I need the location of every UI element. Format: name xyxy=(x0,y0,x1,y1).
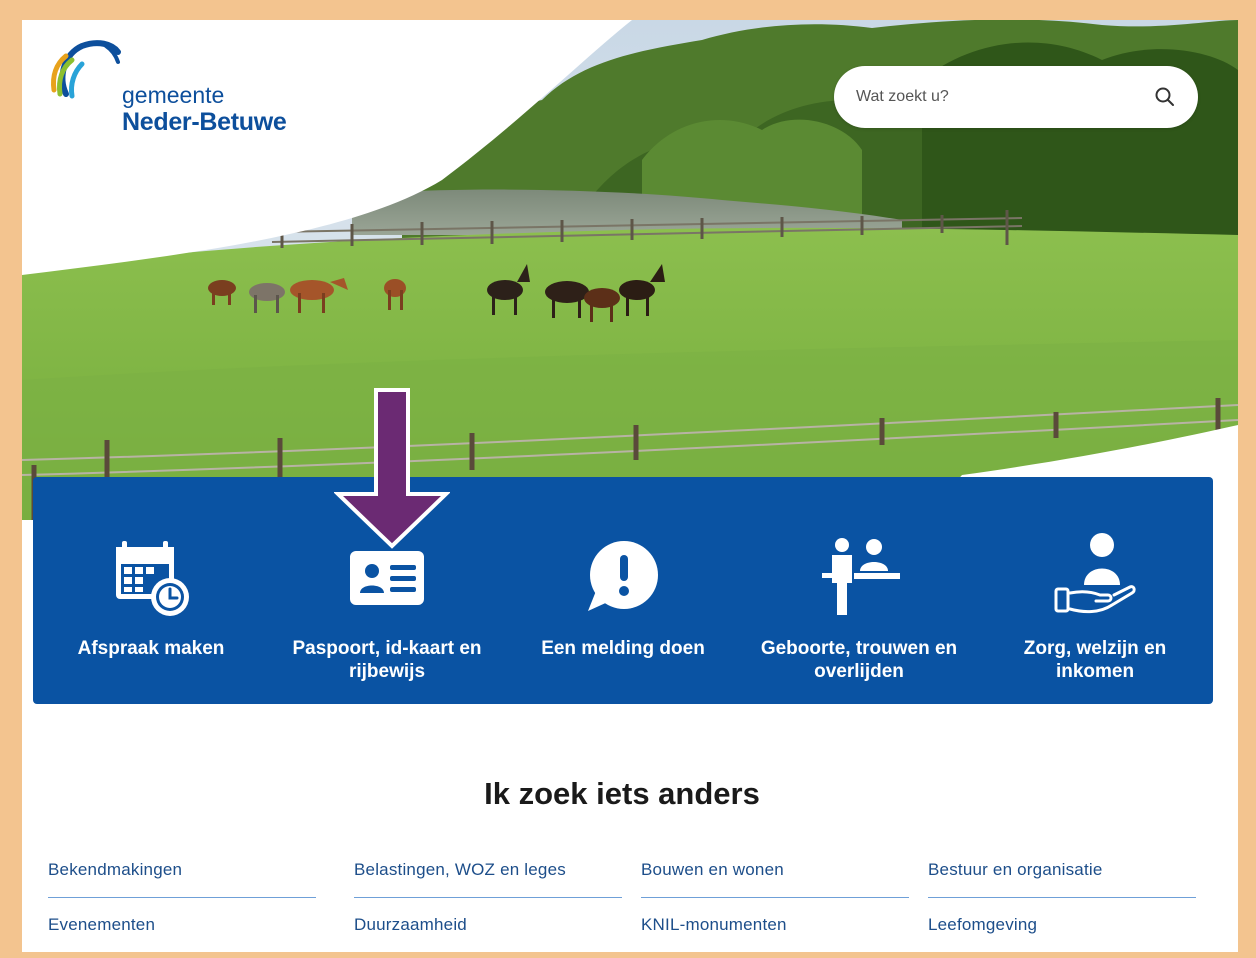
calendar-clock-icon xyxy=(116,541,189,616)
speech-exclamation-icon xyxy=(588,541,658,611)
tile-label: Geboorte, trouwen en overlijden xyxy=(760,638,958,682)
tile-afspraak-maken[interactable]: Afspraak maken xyxy=(33,477,269,704)
tile-label: Zorg, welzijn en inkomen xyxy=(1023,638,1167,682)
logo-text-gemeente: gemeente xyxy=(122,82,225,108)
link-label: Evenementen xyxy=(48,915,156,934)
tile-label: Afspraak maken xyxy=(77,638,225,659)
logo-text-name: Neder-Betuwe xyxy=(122,108,287,136)
page-frame: gemeente Neder-Betuwe Wat zoekt u? Afspr… xyxy=(22,20,1238,952)
logo-swoosh-icon xyxy=(51,40,121,99)
link-label: Bekendmakingen xyxy=(48,860,183,879)
link-duurzaamheid[interactable]: Duurzaamheid xyxy=(354,907,622,952)
link-label: Belastingen, WOZ en leges xyxy=(354,860,566,879)
tile-label: Paspoort, id-kaart en rijbewijs xyxy=(292,638,482,682)
municipality-logo[interactable]: gemeente Neder-Betuwe xyxy=(46,32,316,142)
care-hand-icon xyxy=(1054,533,1136,614)
tile-melding[interactable]: Een melding doen xyxy=(505,477,741,704)
link-bestuur[interactable]: Bestuur en organisatie xyxy=(928,852,1196,898)
section-title: Ik zoek iets anders xyxy=(484,776,760,811)
link-label: Bestuur en organisatie xyxy=(928,860,1103,879)
link-belastingen[interactable]: Belastingen, WOZ en leges xyxy=(354,852,622,898)
link-bouwen-en-wonen[interactable]: Bouwen en wonen xyxy=(641,852,909,898)
link-label: Bouwen en wonen xyxy=(641,860,784,879)
link-leefomgeving[interactable]: Leefomgeving xyxy=(928,907,1196,952)
tile-zorg[interactable]: Zorg, welzijn en inkomen xyxy=(977,477,1213,704)
link-bekendmakingen[interactable]: Bekendmakingen xyxy=(48,852,316,898)
search-input[interactable] xyxy=(856,82,1136,112)
link-evenementen[interactable]: Evenementen xyxy=(48,907,316,952)
hero-banner: gemeente Neder-Betuwe xyxy=(22,20,1238,520)
link-label: Duurzaamheid xyxy=(354,915,467,934)
link-label: KNIL-monumenten xyxy=(641,915,787,934)
quick-links-bar: Afspraak maken Paspoort, id-kaart en rij… xyxy=(33,477,1213,704)
tile-label: Een melding doen xyxy=(541,638,705,659)
down-arrow-icon xyxy=(334,388,450,549)
counter-people-icon xyxy=(822,538,900,615)
tile-geboorte[interactable]: Geboorte, trouwen en overlijden xyxy=(741,477,977,704)
link-knil-monumenten[interactable]: KNIL-monumenten xyxy=(641,907,909,952)
link-label: Leefomgeving xyxy=(928,915,1038,934)
search-bar xyxy=(834,66,1198,128)
search-icon[interactable] xyxy=(1154,86,1176,108)
